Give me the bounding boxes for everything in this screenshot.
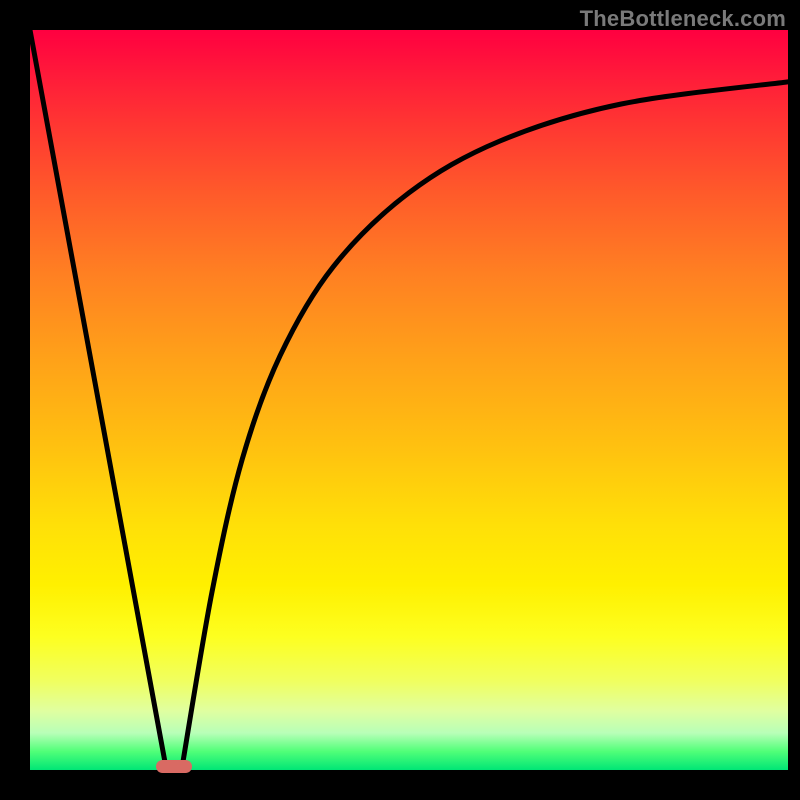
watermark-text: TheBottleneck.com <box>580 6 786 32</box>
right-branch-curve <box>182 82 788 770</box>
gradient-plot-area <box>30 30 788 770</box>
curve-layer <box>30 30 788 770</box>
left-branch-line <box>30 30 166 770</box>
bottleneck-marker <box>156 760 192 773</box>
